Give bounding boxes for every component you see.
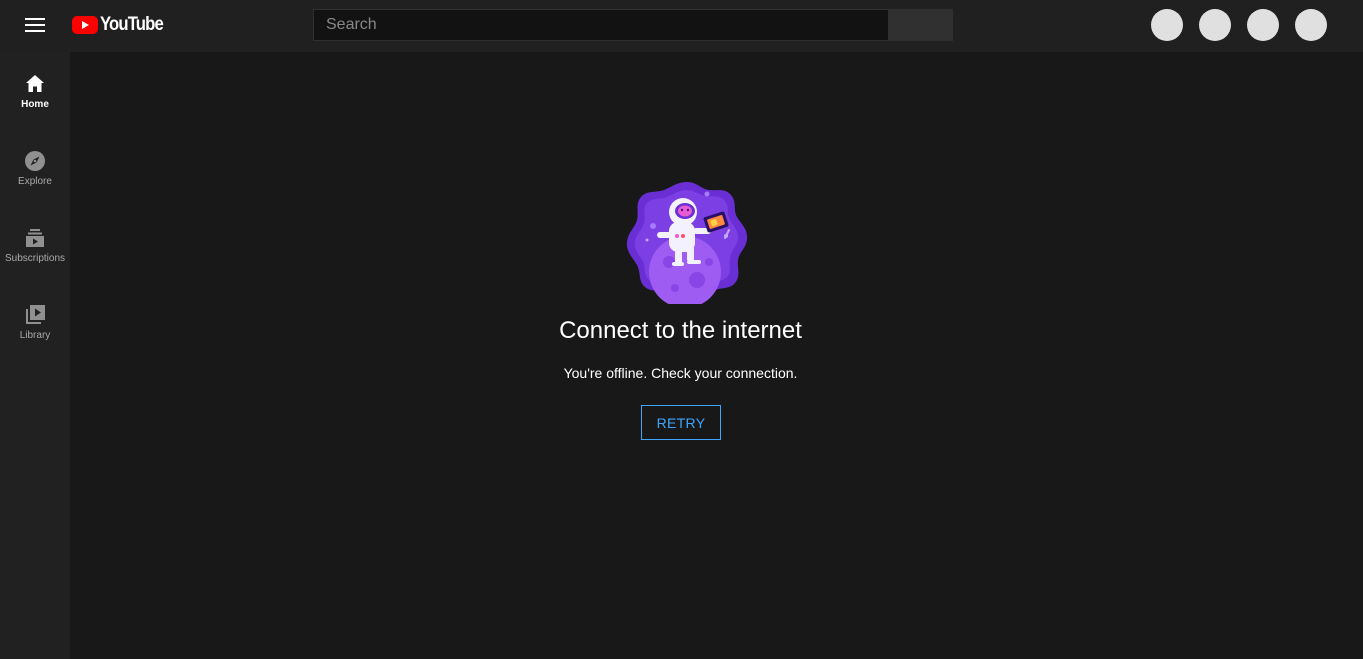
sidebar-item-home[interactable]: Home bbox=[0, 52, 70, 126]
library-icon bbox=[26, 305, 45, 324]
sidebar-item-subscriptions[interactable]: Subscriptions bbox=[0, 206, 70, 280]
offline-message-panel: Connect to the internet You're offline. … bbox=[70, 52, 1363, 659]
sidebar-item-explore[interactable]: Explore bbox=[0, 129, 70, 203]
astronaut-illustration bbox=[626, 182, 748, 304]
top-bar: YouTube bbox=[0, 0, 1363, 52]
sidebar: Home Explore Subscriptions Library bbox=[0, 52, 70, 659]
search-input[interactable] bbox=[313, 9, 889, 41]
logo-text: YouTube bbox=[100, 14, 164, 35]
menu-icon[interactable] bbox=[19, 10, 51, 40]
sidebar-item-label: Explore bbox=[18, 176, 52, 187]
search-button[interactable] bbox=[889, 9, 953, 41]
sidebar-item-label: Home bbox=[21, 99, 49, 110]
offline-title: Connect to the internet bbox=[559, 317, 802, 344]
sidebar-item-label: Subscriptions bbox=[4, 253, 66, 264]
avatar[interactable] bbox=[1199, 9, 1231, 41]
offline-message: You're offline. Check your connection. bbox=[563, 365, 798, 381]
sidebar-item-label: Library bbox=[19, 330, 51, 341]
youtube-logo[interactable]: YouTube bbox=[72, 13, 171, 37]
home-icon bbox=[26, 75, 44, 92]
subscriptions-icon bbox=[26, 229, 44, 247]
avatar[interactable] bbox=[1151, 9, 1183, 41]
compass-icon bbox=[25, 151, 45, 171]
sidebar-item-library[interactable]: Library bbox=[0, 283, 70, 357]
avatar[interactable] bbox=[1295, 9, 1327, 41]
youtube-play-icon bbox=[72, 16, 98, 34]
search-bar bbox=[313, 9, 953, 41]
retry-button[interactable]: RETRY bbox=[641, 405, 721, 440]
avatar[interactable] bbox=[1247, 9, 1279, 41]
